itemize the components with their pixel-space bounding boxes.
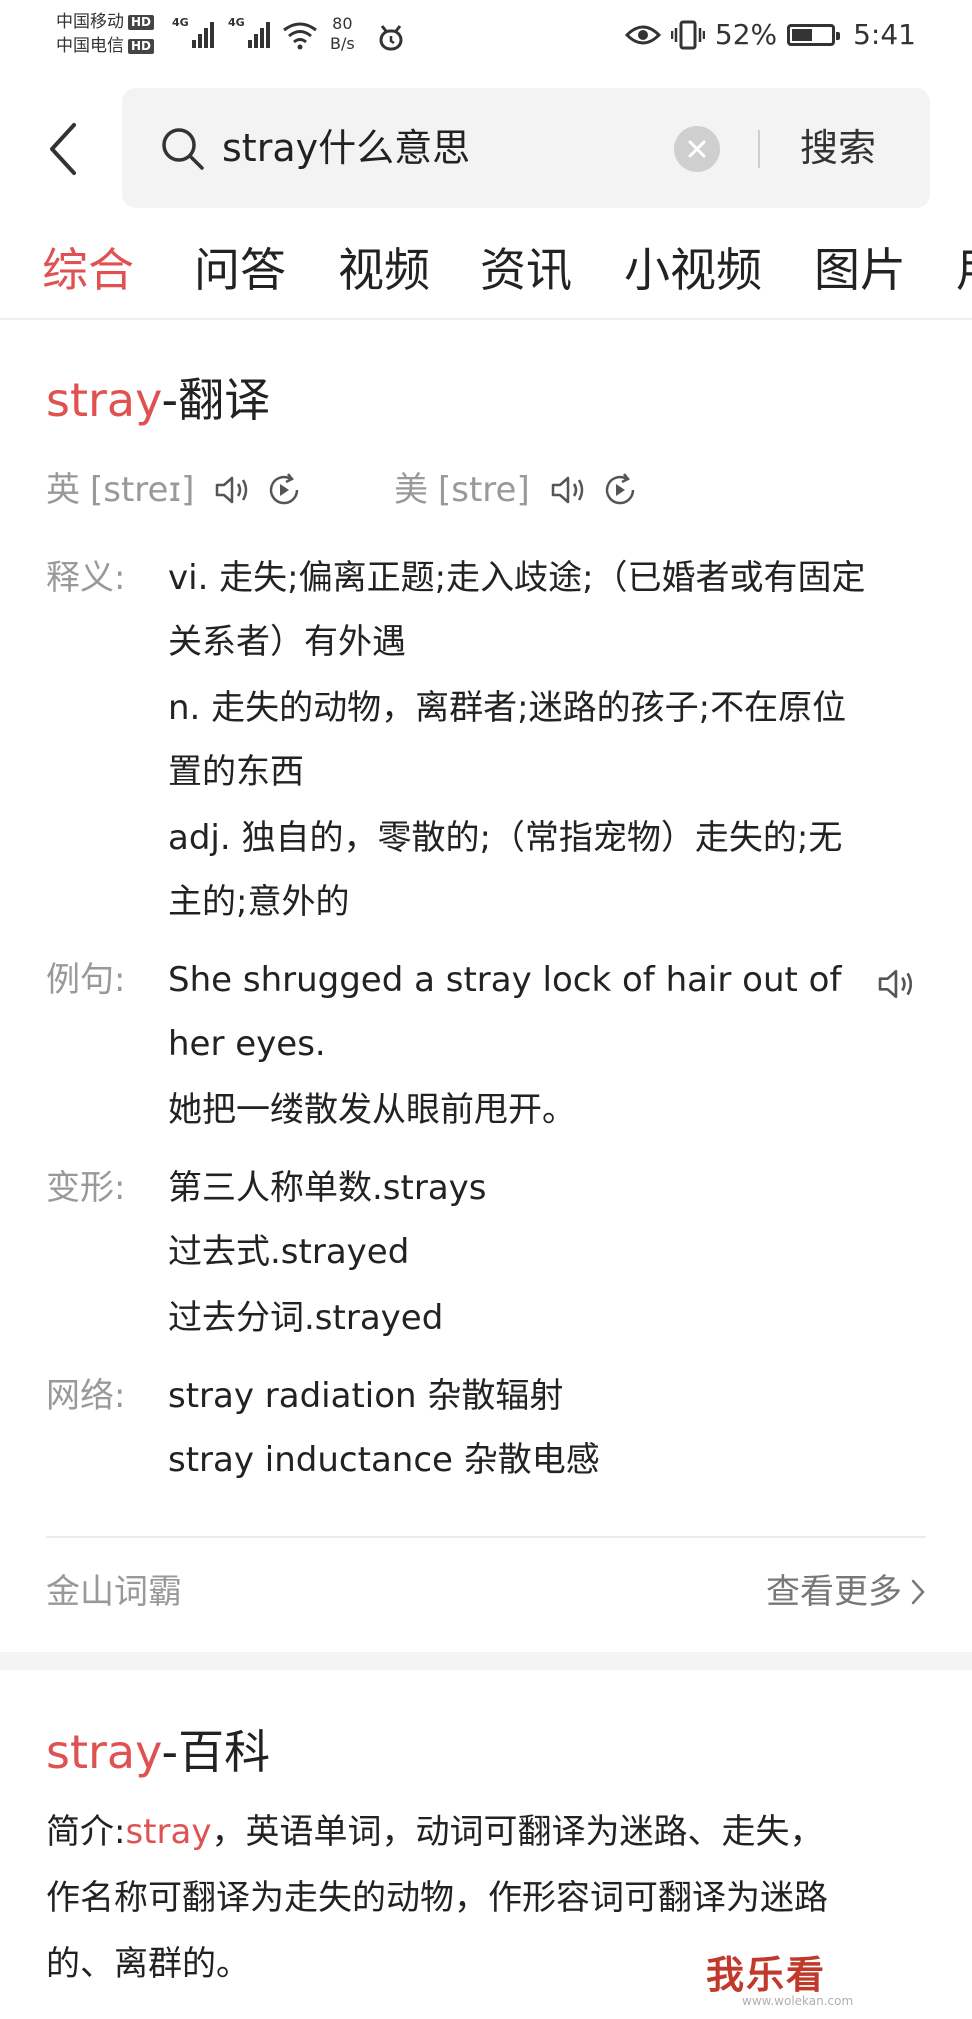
baike-title[interactable]: stray-百科: [46, 1720, 270, 1784]
us-pronunciation: 美 [stre]: [394, 462, 638, 518]
tab-images[interactable]: 图片: [814, 232, 906, 308]
baike-title-suffix: -百科: [161, 1725, 271, 1779]
web-item: stray radiation 杂散辐射: [168, 1376, 564, 1416]
speed-unit: B/s: [330, 34, 355, 53]
battery-fill: [792, 28, 813, 41]
translation-title[interactable]: stray-翻译: [46, 368, 270, 432]
vibrate-icon: [670, 20, 705, 49]
tab-news[interactable]: 资讯: [480, 232, 572, 308]
tab-all[interactable]: 综合: [42, 232, 134, 308]
close-icon: [688, 140, 706, 158]
eye-comfort-icon: [624, 25, 661, 44]
search-box[interactable]: stray什么意思 搜索: [122, 88, 930, 208]
example-line: her eyes.: [168, 1024, 326, 1064]
source-label: 金山词霸: [46, 1572, 182, 1612]
definition-line: vi. 走失;偏离正题;走入歧途;（已婚者或有固定: [168, 558, 866, 598]
hd-badge-2: HD: [128, 38, 155, 54]
speaker-icon[interactable]: [214, 473, 252, 507]
definition-line: 主的;意外的: [168, 882, 350, 922]
speaker-icon[interactable]: [550, 473, 588, 507]
baike-keyword: stray: [46, 1725, 162, 1779]
wifi-icon: [283, 22, 317, 50]
translation-title-suffix: -翻译: [161, 373, 271, 427]
us-label: 美: [394, 470, 428, 510]
forms-label: 变形:: [46, 1168, 126, 1208]
example-line: She shrugged a stray lock of hair out of: [168, 960, 842, 1000]
signal-1-icon: 4G: [172, 14, 214, 48]
category-tabs: 综合 问答 视频 资讯 小视频 图片 用: [0, 232, 972, 318]
tab-qa[interactable]: 问答: [194, 232, 286, 308]
web-item: stray inductance 杂散电感: [168, 1440, 600, 1480]
form-item: 过去式.strayed: [168, 1232, 410, 1272]
definition-line: n. 走失的动物，离群者;迷路的孩子;不在原位: [168, 688, 847, 728]
web-label: 网络:: [46, 1376, 126, 1416]
search-icon: [162, 128, 204, 170]
section-separator: [0, 1652, 972, 1670]
baike-intro-label: 简介:: [46, 1812, 126, 1852]
watermark-url: www.wolekan.com: [742, 1994, 854, 2008]
uk-pronunciation: 英 [streɪ]: [46, 462, 302, 518]
carrier-info: 中国移动 HD 中国电信 HD: [56, 10, 155, 58]
status-right: 52% 5:41: [624, 18, 916, 51]
search-input[interactable]: stray什么意思: [222, 118, 470, 178]
baike-intro-line: 简介:stray，英语单词，动词可翻译为迷路、走失，: [46, 1800, 946, 1864]
card-divider: [46, 1536, 926, 1538]
back-button[interactable]: [38, 118, 86, 180]
definition-line: 置的东西: [168, 752, 304, 792]
watermark-logo: 我乐看: [706, 1953, 827, 1997]
hd-badge-1: HD: [128, 14, 155, 30]
carrier-2: 中国电信: [56, 36, 124, 56]
definition-line: adj. 独自的，零散的;（常指宠物）走失的;无: [168, 818, 843, 858]
tab-short-video[interactable]: 小视频: [624, 232, 762, 308]
example-label: 例句:: [46, 960, 126, 1000]
tab-video[interactable]: 视频: [338, 232, 430, 308]
clock: 5:41: [853, 18, 916, 51]
form-item: 过去分词.strayed: [168, 1298, 444, 1338]
carrier-1: 中国移动: [56, 12, 124, 32]
view-more-label: 查看更多: [766, 1572, 902, 1612]
network-type-2: 4G: [228, 16, 245, 29]
battery-icon: [787, 23, 841, 46]
us-phonetic: [stre]: [438, 470, 530, 510]
replay-icon[interactable]: [266, 472, 302, 508]
form-item: 第三人称单数.strays: [168, 1168, 487, 1208]
chevron-right-icon: [911, 1579, 925, 1605]
uk-phonetic: [streɪ]: [90, 470, 195, 510]
example-speaker-icon[interactable]: [876, 966, 918, 1002]
baike-intro-text: ，英语单词，动词可翻译为迷路、走失，: [211, 1812, 824, 1852]
search-divider: [758, 130, 760, 168]
tab-more-cut[interactable]: 用: [956, 232, 972, 308]
replay-icon[interactable]: [602, 472, 638, 508]
network-type-1: 4G: [172, 16, 189, 29]
definition-line: 关系者）有外遇: [168, 622, 406, 662]
speed-value: 80: [332, 14, 353, 33]
battery-percent: 52%: [714, 18, 778, 51]
example-translation: 她把一缕散发从眼前甩开。: [168, 1090, 576, 1130]
clear-search-button[interactable]: [674, 126, 720, 172]
search-button[interactable]: 搜索: [800, 118, 876, 178]
uk-label: 英: [46, 470, 80, 510]
view-more-link[interactable]: 查看更多: [766, 1562, 926, 1622]
definition-label: 释义:: [46, 558, 126, 598]
tabs-divider: [0, 318, 972, 320]
network-speed: 80 B/s: [330, 14, 355, 54]
translation-keyword: stray: [46, 373, 162, 427]
baike-intro-keyword: stray: [125, 1812, 212, 1852]
signal-2-icon: 4G: [228, 14, 270, 48]
baike-intro-line: 作名称可翻译为走失的动物，作形容词可翻译为迷路: [46, 1878, 828, 1918]
app-notification-icon: [379, 25, 403, 51]
status-bar: 中国移动 HD 中国电信 HD 4G 4G 80 B/s 52% 5:41: [0, 0, 972, 74]
chevron-left-icon: [50, 123, 76, 175]
